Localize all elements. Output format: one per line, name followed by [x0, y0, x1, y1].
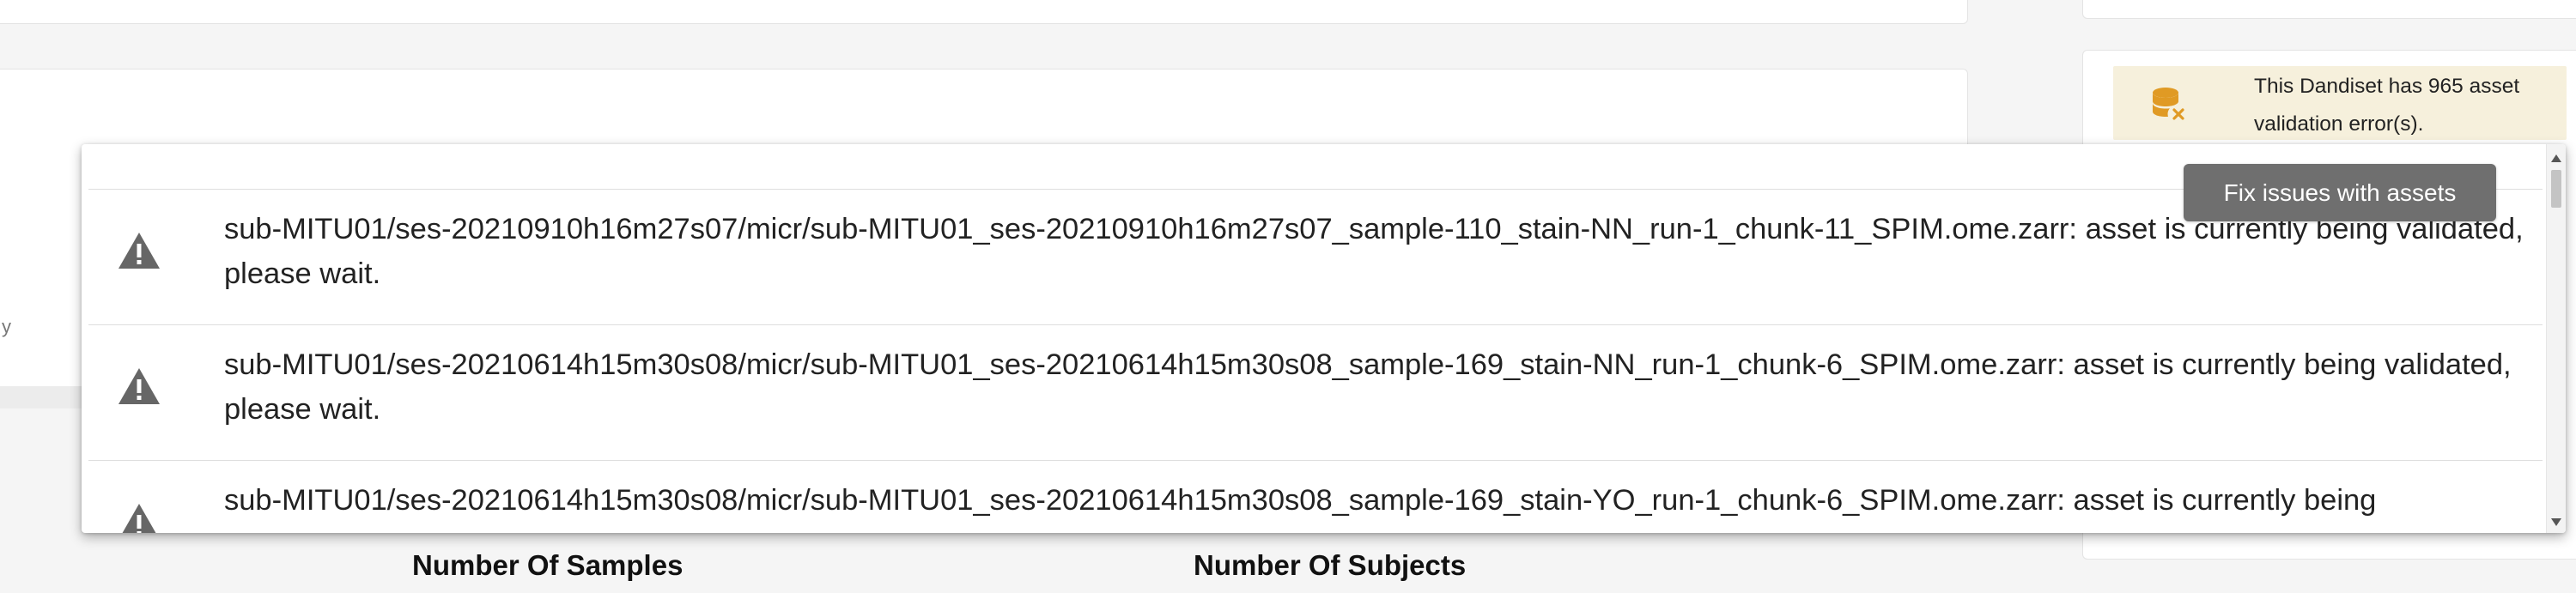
validation-error-message: This Dandiset has 965 asset validation e…	[2254, 75, 2520, 136]
scrollbar-thumb[interactable]	[2551, 170, 2561, 208]
validation-error-alert[interactable]: This Dandiset has 965 asset validation e…	[2113, 66, 2567, 140]
database-error-icon	[2153, 88, 2187, 123]
error-message: sub-MITU01/ses-20210614h15m30s08/micr/su…	[224, 484, 2377, 517]
truncated-text: y	[2, 316, 11, 337]
number-of-samples-label: Number Of Samples	[412, 549, 683, 581]
fix-issues-tooltip: Fix issues with assets	[2184, 164, 2496, 221]
scroll-down-arrow-icon[interactable]	[2551, 518, 2561, 526]
warning-icon	[118, 233, 160, 269]
list-item: sub-MITU01/ses-20210614h15m30s08/micr/su…	[88, 324, 2543, 460]
top-card	[0, 0, 1968, 24]
scroll-up-arrow-icon[interactable]	[2551, 154, 2561, 162]
list-item: sub-MITU01/ses-20210614h15m30s08/micr/su…	[88, 460, 2543, 533]
error-list: sub-MITU01/ses-20210910h16m27s07/micr/su…	[88, 189, 2543, 533]
warning-icon	[118, 368, 160, 404]
error-message: sub-MITU01/ses-20210910h16m27s07/micr/su…	[224, 213, 2524, 290]
number-of-subjects-label: Number Of Subjects	[1194, 549, 1467, 581]
scrollbar[interactable]	[2546, 144, 2566, 533]
error-message: sub-MITU01/ses-20210614h15m30s08/micr/su…	[224, 348, 2512, 426]
warning-icon	[122, 504, 156, 533]
list-item: sub-MITU01/ses-20210910h16m27s07/micr/su…	[88, 189, 2543, 324]
sidebar-top-card	[2082, 0, 2576, 19]
